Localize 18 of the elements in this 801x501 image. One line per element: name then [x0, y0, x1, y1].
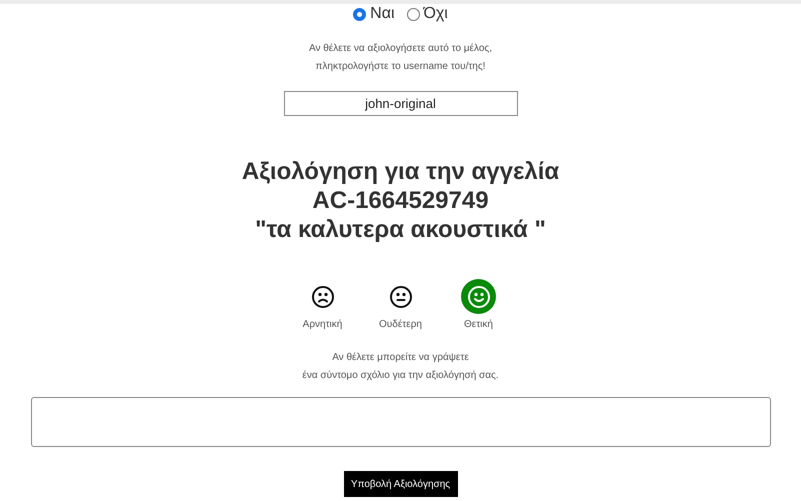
review-heading: AC-1664529749	[312, 186, 489, 215]
review-heading: "τα καλυτερα ακουστικά "	[255, 215, 546, 244]
comment-field[interactable]	[30, 397, 770, 447]
username-field[interactable]: john-original	[284, 91, 518, 116]
neutral-face-icon	[388, 284, 412, 308]
review-heading: Αξιολόγηση για την αγγελία	[242, 157, 560, 186]
rating-label: Θετική	[464, 318, 493, 332]
rating-label: Αρνητική	[302, 318, 342, 332]
smiley-face-icon	[466, 284, 490, 308]
hint-text: Αν θέλετε να αξιολογήσετε αυτό το μέλος,	[308, 42, 492, 56]
hint-text: Αν θέλετε μπορείτε να γράψετε	[332, 351, 469, 365]
radio-option[interactable]: Ναι	[353, 2, 394, 26]
frown-face-icon	[310, 284, 334, 308]
rating-label: Ουδέτερη	[379, 318, 422, 332]
radio-option[interactable]: Όχι	[406, 2, 448, 26]
hint-text: ένα σύντομο σχόλιο για την αξιολόγησή σας.	[302, 369, 499, 383]
hint-text: πληκτρολογήστε το username του/της!	[316, 60, 486, 74]
submit-button[interactable]: Υποβολή Αξιολόγησης	[344, 471, 458, 497]
